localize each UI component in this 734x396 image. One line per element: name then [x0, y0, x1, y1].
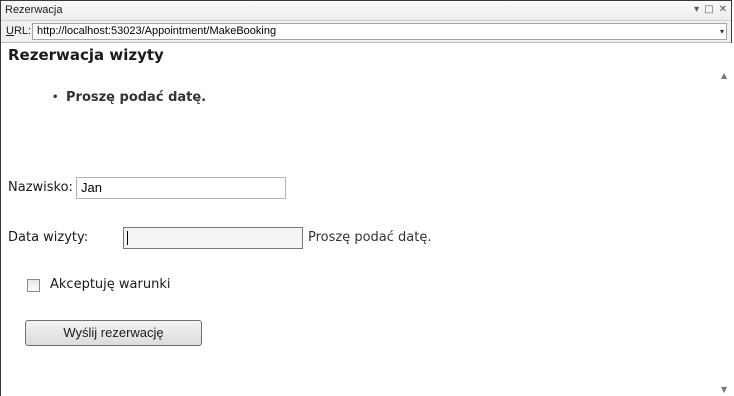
- name-label: Nazwisko:: [8, 180, 73, 195]
- url-label: URL:: [6, 25, 32, 37]
- url-input[interactable]: http://localhost:53023/Appointment/MakeB…: [32, 23, 727, 40]
- text-caret: [127, 231, 128, 245]
- url-dropdown-icon[interactable]: ▾: [720, 25, 724, 39]
- maximize-icon[interactable]: □: [704, 3, 713, 17]
- vertical-scrollbar[interactable]: ▲ ▼: [718, 43, 734, 396]
- page-title: Rezerwacja wizyty: [8, 46, 164, 64]
- date-input[interactable]: [123, 227, 303, 249]
- date-error-message: Proszę podać datę.: [308, 230, 432, 245]
- url-text[interactable]: http://localhost:53023/Appointment/MakeB…: [37, 25, 276, 37]
- submit-button[interactable]: Wyślij rezerwację: [25, 320, 202, 346]
- scroll-up-icon[interactable]: ▲: [721, 71, 727, 80]
- chevron-down-icon[interactable]: ▾: [694, 3, 699, 17]
- name-input[interactable]: Jan: [76, 177, 286, 199]
- window-title: Rezerwacja: [5, 4, 63, 16]
- validation-summary-item: Proszę podać datę.: [66, 90, 207, 105]
- terms-label[interactable]: Akceptuję warunki: [50, 277, 170, 292]
- bullet-icon: •: [52, 92, 59, 103]
- window-controls: ▾ □ ✕: [694, 3, 727, 17]
- close-icon[interactable]: ✕: [719, 3, 727, 17]
- validation-summary: • Proszę podać datę.: [52, 90, 206, 105]
- terms-checkbox[interactable]: [27, 279, 40, 292]
- address-bar: URL: http://localhost:53023/Appointment/…: [1, 21, 731, 43]
- title-bar: Rezerwacja ▾ □ ✕: [1, 1, 731, 21]
- date-label: Data wizyty:: [8, 230, 89, 245]
- scroll-down-icon[interactable]: ▼: [721, 385, 727, 394]
- name-input-value: Jan: [81, 180, 102, 195]
